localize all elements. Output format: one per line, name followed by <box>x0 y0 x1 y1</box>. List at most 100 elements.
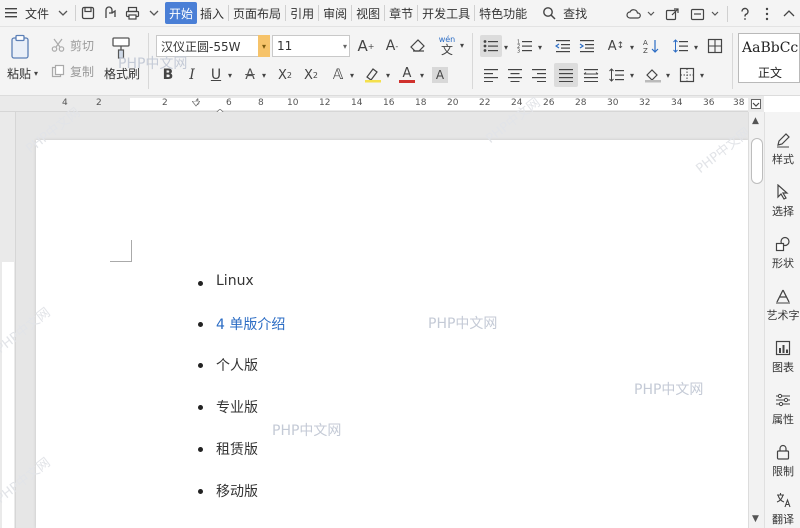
scroll-up-icon[interactable]: ▲ <box>752 116 759 126</box>
paste-icon[interactable] <box>8 33 34 61</box>
text-direction-chevron-icon[interactable]: ▾ <box>628 39 636 55</box>
file-menu[interactable]: 文件 <box>22 2 52 24</box>
print-icon[interactable] <box>121 2 143 24</box>
tab-view[interactable]: 视图 <box>353 2 383 24</box>
copy-button[interactable]: 复制 <box>68 63 96 79</box>
size-dropdown-icon[interactable]: ▾ <box>340 35 350 57</box>
list-item[interactable]: Linux <box>216 273 254 289</box>
superscript-icon[interactable]: X2 <box>274 65 296 85</box>
align-center-icon[interactable] <box>504 65 526 85</box>
quick-access-chevron-icon[interactable] <box>143 2 165 24</box>
side-wordart-button[interactable]: 艺术字 <box>765 286 800 330</box>
tab-review[interactable]: 审阅 <box>320 2 350 24</box>
bullet-list-icon[interactable] <box>480 35 502 57</box>
hanging-indent-marker-icon[interactable] <box>215 105 225 117</box>
font-size-select[interactable]: 11 <box>272 35 350 57</box>
strikethrough-icon[interactable]: A <box>240 65 260 85</box>
char-shading-icon[interactable]: A <box>430 65 450 85</box>
tab-insert[interactable]: 插入 <box>197 2 227 24</box>
font-color-icon[interactable]: A <box>396 65 418 85</box>
vertical-ruler[interactable] <box>0 112 16 528</box>
paste-button[interactable]: 粘贴 <box>4 65 34 81</box>
paste-chevron-icon[interactable]: ▾ <box>32 65 40 81</box>
numbered-chevron-icon[interactable]: ▾ <box>536 39 544 55</box>
scroll-thumb[interactable] <box>751 138 763 184</box>
underline-chevron-icon[interactable]: ▾ <box>226 67 234 83</box>
tab-references[interactable]: 引用 <box>287 2 317 24</box>
side-restrict-button[interactable]: 限制 <box>765 442 800 486</box>
scroll-down-icon[interactable]: ▼ <box>752 514 759 524</box>
tab-page-layout[interactable]: 页面布局 <box>230 2 284 24</box>
side-chart-button[interactable]: 图表 <box>765 338 800 382</box>
style-normal[interactable]: AaBbCc 正文 <box>738 33 800 83</box>
sort-icon[interactable]: AZ <box>640 35 662 57</box>
list-item[interactable]: 个人版 <box>216 355 258 375</box>
font-color-chevron-icon[interactable]: ▾ <box>418 67 426 83</box>
justify-icon[interactable] <box>554 63 578 87</box>
align-right-icon[interactable] <box>528 65 550 85</box>
help-icon[interactable] <box>734 3 756 25</box>
phonetic-chevron-icon[interactable]: ▾ <box>458 37 466 53</box>
increase-indent-icon[interactable] <box>576 35 598 57</box>
list-item[interactable]: 租赁版 <box>216 439 258 459</box>
copy-icon[interactable] <box>50 63 66 79</box>
highlight-chevron-icon[interactable]: ▾ <box>384 67 392 83</box>
borders-icon[interactable] <box>676 65 698 85</box>
borders-chevron-icon[interactable]: ▾ <box>698 67 706 83</box>
tab-chapter[interactable]: 章节 <box>386 2 416 24</box>
vertical-scrollbar[interactable]: ▲ ▼ <box>748 112 764 528</box>
list-item-link[interactable]: 4 单版介绍 <box>216 314 285 334</box>
save-icon[interactable] <box>77 2 99 24</box>
decrease-indent-icon[interactable] <box>552 35 574 57</box>
document-page[interactable] <box>36 140 748 528</box>
list-item[interactable]: 移动版 <box>216 481 258 501</box>
collapse-ribbon-icon[interactable] <box>778 3 800 25</box>
side-style-button[interactable]: 样式 <box>765 130 800 174</box>
chevron-down-icon[interactable] <box>52 2 74 24</box>
phonetic-guide-icon[interactable]: wén 文 <box>436 33 458 57</box>
shading-chevron-icon[interactable]: ▾ <box>664 67 672 83</box>
tab-developer[interactable]: 开发工具 <box>419 2 473 24</box>
table-layout-icon[interactable] <box>704 35 726 57</box>
numbered-list-icon[interactable]: 123 <box>514 35 536 57</box>
line-spacing-icon[interactable] <box>670 35 692 57</box>
ruler-toggle-icon[interactable] <box>748 96 764 112</box>
horizontal-ruler[interactable]: 4 2 2 4 6 8 10 12 14 16 18 20 22 24 26 2… <box>0 96 748 117</box>
tab-features[interactable]: 特色功能 <box>476 2 530 24</box>
align-left-icon[interactable] <box>480 65 502 85</box>
cut-button[interactable]: 剪切 <box>68 37 96 53</box>
hamburger-icon[interactable] <box>0 2 22 24</box>
clear-format-icon[interactable] <box>408 35 428 57</box>
highlight-icon[interactable] <box>362 65 384 85</box>
text-effect-chevron-icon[interactable]: ▾ <box>348 67 356 83</box>
search-icon[interactable] <box>538 2 560 24</box>
search-button[interactable]: 查找 <box>560 2 590 24</box>
export-chevron-icon[interactable] <box>709 3 721 25</box>
strike-chevron-icon[interactable]: ▾ <box>260 67 268 83</box>
paragraph-spacing-chevron-icon[interactable]: ▾ <box>628 67 636 83</box>
grow-font-icon[interactable]: A + <box>356 35 376 57</box>
indent-marker-icon[interactable] <box>191 96 201 107</box>
subscript-icon[interactable]: X2 <box>300 65 322 85</box>
underline-icon[interactable]: U <box>206 65 226 85</box>
undo-format-icon[interactable] <box>99 2 121 24</box>
shading-icon[interactable] <box>642 65 664 85</box>
list-item[interactable]: 专业版 <box>216 397 258 417</box>
share-icon[interactable] <box>661 3 683 25</box>
cloud-sync-icon[interactable] <box>623 3 645 25</box>
bullet-chevron-icon[interactable]: ▾ <box>502 39 510 55</box>
export-icon[interactable] <box>687 3 709 25</box>
side-properties-button[interactable]: 属性 <box>765 390 800 434</box>
distribute-icon[interactable] <box>580 65 602 85</box>
side-translate-button[interactable]: 翻译 <box>765 490 800 528</box>
scissors-icon[interactable] <box>50 37 66 53</box>
more-icon[interactable] <box>756 3 778 25</box>
text-direction-icon[interactable]: A ↕ <box>604 35 628 57</box>
paragraph-spacing-icon[interactable] <box>606 65 628 85</box>
shrink-font-icon[interactable]: A- <box>382 35 402 57</box>
line-spacing-chevron-icon[interactable]: ▾ <box>692 39 700 55</box>
side-select-button[interactable]: 选择 <box>765 182 800 226</box>
text-effect-icon[interactable]: 𝔸 <box>328 65 348 85</box>
font-dropdown-icon[interactable]: ▾ <box>258 35 270 57</box>
cloud-chevron-icon[interactable] <box>645 3 657 25</box>
